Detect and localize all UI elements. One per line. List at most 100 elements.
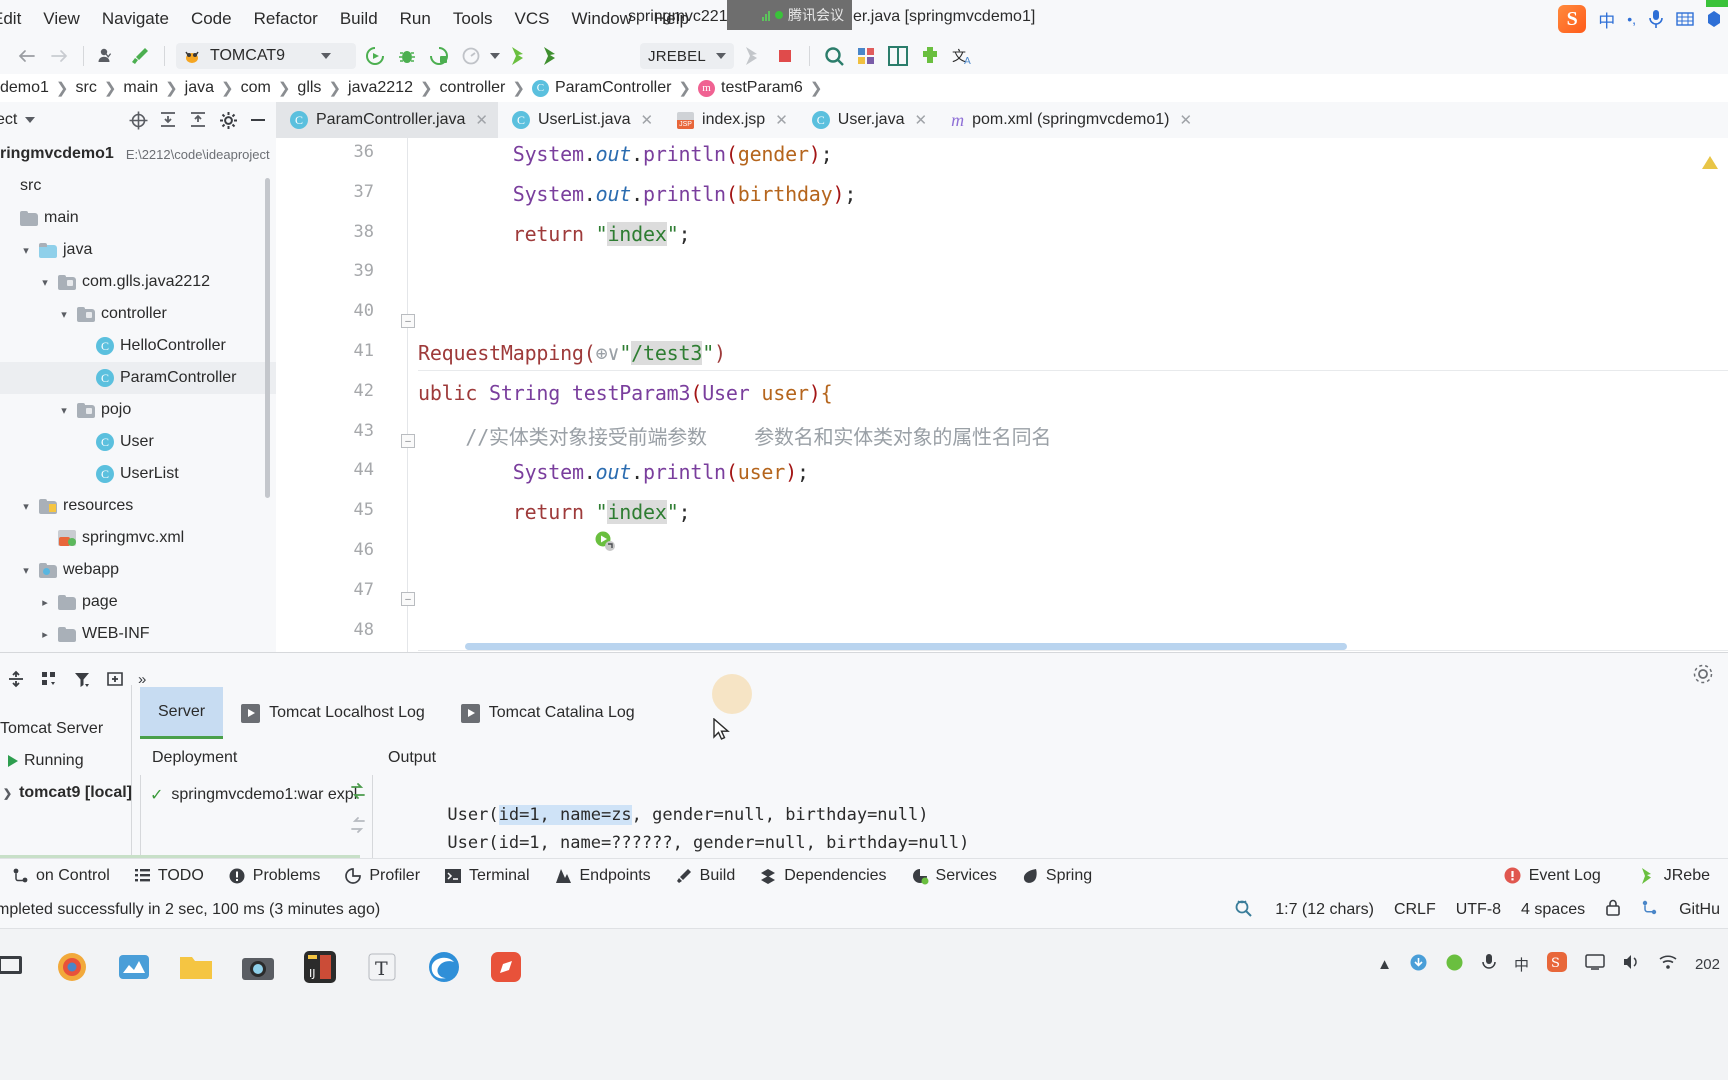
project-tree-scrollbar[interactable] xyxy=(265,178,270,498)
tree-root-row[interactable]: ringmvcdemo1 E:\2212\code\ideaproject xyxy=(0,138,276,170)
plugin-icon[interactable] xyxy=(917,43,943,69)
tool-jrebel[interactable]: JRebe xyxy=(1627,867,1722,885)
tray-sogou-icon[interactable]: S xyxy=(1546,951,1568,977)
tray-expand-icon[interactable]: ▲ xyxy=(1377,956,1392,973)
close-icon[interactable]: ✕ xyxy=(475,111,488,129)
tree-item-pojo[interactable]: ▾ pojo xyxy=(0,394,276,426)
code-fold-marker-2[interactable]: – xyxy=(401,592,415,606)
caret-position[interactable]: 1:7 (12 chars) xyxy=(1275,901,1374,919)
ime-punctuation-icon[interactable]: •, xyxy=(1627,11,1636,27)
close-icon[interactable]: ✕ xyxy=(914,111,927,129)
file-encoding[interactable]: UTF-8 xyxy=(1456,901,1501,919)
project-view-chevron-icon[interactable] xyxy=(25,117,36,123)
profile-run-button[interactable] xyxy=(458,43,484,69)
services-instance-row[interactable]: ❯ tomcat9 [local] xyxy=(0,777,132,809)
editor-tab-paramcontroller[interactable]: C ParamController.java ✕ xyxy=(276,102,498,138)
tree-item-webapp[interactable]: ▾ webapp xyxy=(0,554,276,586)
menu-item-vcs[interactable]: VCS xyxy=(504,6,561,32)
ime-chinese-mode-icon[interactable]: 中 xyxy=(1598,7,1615,32)
breadcrumb-item-7[interactable]: controller xyxy=(440,79,506,97)
editor-horizontal-scrollbar[interactable] xyxy=(465,643,1347,650)
add-service-icon[interactable] xyxy=(105,668,125,690)
services-root[interactable]: Tomcat Server xyxy=(0,713,132,745)
debug-button[interactable] xyxy=(394,43,420,69)
menu-item-view[interactable]: View xyxy=(32,6,91,32)
breadcrumb-item-4[interactable]: com xyxy=(241,79,271,97)
breadcrumb-item-method[interactable]: m testParam6 xyxy=(698,79,803,97)
code-line[interactable]: //实体类对象接受前端参数 参数名和实体类对象的属性名同名 xyxy=(418,421,1051,450)
code-editor[interactable]: 36 37 38 39 40 41 42 43 44 45 46 47 48 System.out.pr… xyxy=(276,138,1728,652)
tree-item-page[interactable]: ▸ page xyxy=(0,586,276,618)
services-settings-icon[interactable] xyxy=(1692,663,1714,685)
taskbar-clock[interactable]: 202 xyxy=(1695,956,1720,973)
breadcrumb-item-5[interactable]: glls xyxy=(297,79,321,97)
code-line[interactable]: System.out.println(gender); xyxy=(418,142,833,166)
tab-tomcat-catalina-log[interactable]: Tomcat Catalina Log xyxy=(443,687,653,739)
tray-cloud-icon[interactable] xyxy=(1445,953,1464,976)
code-line[interactable]: return "index"; xyxy=(418,221,691,246)
chevron-down-icon[interactable]: ▾ xyxy=(19,244,33,257)
taskbar-icon-chart-app[interactable] xyxy=(114,947,154,987)
back-button[interactable] xyxy=(14,43,40,69)
chevron-right-icon[interactable]: ▸ xyxy=(38,628,52,641)
menu-item-run[interactable]: Run xyxy=(389,6,442,32)
line-separator[interactable]: CRLF xyxy=(1394,901,1436,919)
undeploy-icon[interactable] xyxy=(348,815,368,835)
jrebel-disabled-icon[interactable] xyxy=(740,43,766,69)
editor-tab-pomxml[interactable]: m pom.xml (springmvcdemo1) ✕ xyxy=(937,102,1202,138)
taskbar-icon-idea[interactable]: IJ xyxy=(300,947,340,987)
tool-profiler[interactable]: Profiler xyxy=(332,867,432,885)
expand-all-icon[interactable] xyxy=(158,110,178,130)
run-method-gutter-icon[interactable] xyxy=(594,530,615,551)
code-line[interactable]: System.out.println(birthday); xyxy=(418,182,857,206)
menu-item-navigate[interactable]: Navigate xyxy=(91,6,180,32)
gear-icon[interactable] xyxy=(218,110,238,130)
tree-item-main[interactable]: main xyxy=(0,202,276,234)
indent-setting[interactable]: 4 spaces xyxy=(1521,901,1585,919)
tool-spring[interactable]: Spring xyxy=(1009,867,1104,885)
taskbar-icon-text-editor[interactable]: T xyxy=(362,947,402,987)
search-everywhere-icon[interactable] xyxy=(821,43,847,69)
breadcrumb-item-3[interactable]: java xyxy=(185,79,214,97)
tree-item-controller[interactable]: ▾ controller xyxy=(0,298,276,330)
breadcrumb-item-1[interactable]: src xyxy=(76,79,97,97)
chevron-down-icon[interactable]: ▾ xyxy=(19,564,33,577)
stop-button[interactable] xyxy=(772,43,798,69)
keyboard-icon[interactable] xyxy=(1676,10,1694,28)
hide-panel-icon[interactable] xyxy=(248,110,268,130)
jrebel-selector[interactable]: JREBEL xyxy=(640,43,734,69)
run-configuration-selector[interactable]: TOMCAT9 xyxy=(176,43,356,69)
chevron-down-icon[interactable]: ▾ xyxy=(19,500,33,513)
tree-item-paramcontroller[interactable]: C ParamController xyxy=(0,362,276,394)
profile-run-chevron-icon[interactable] xyxy=(490,53,500,59)
tab-server[interactable]: Server xyxy=(140,687,224,739)
menu-item-refactor[interactable]: Refactor xyxy=(243,6,329,32)
profile-selector-icon[interactable] xyxy=(95,43,121,69)
tree-item-user[interactable]: C User xyxy=(0,426,276,458)
taskbar-icon-edge[interactable] xyxy=(424,947,464,987)
redeploy-icon[interactable] xyxy=(348,781,368,801)
vcs-branch-label[interactable]: GitHu xyxy=(1679,901,1720,919)
tool-problems[interactable]: Problems xyxy=(216,867,333,885)
tencent-meeting-overlay[interactable]: 腾讯会议 xyxy=(727,0,852,30)
menu-item-build[interactable]: Build xyxy=(329,6,389,32)
run-button[interactable] xyxy=(362,43,388,69)
code-fold-marker-1[interactable]: – xyxy=(401,314,415,328)
tree-item-java[interactable]: ▾ java xyxy=(0,234,276,266)
taskbar-icon-pen[interactable] xyxy=(486,947,526,987)
tray-download-icon[interactable] xyxy=(1409,953,1428,976)
code-line[interactable]: return "index"; xyxy=(418,500,691,525)
code-fold-marker-3[interactable]: – xyxy=(401,434,415,448)
tree-item-springmvc-xml[interactable]: springmvc.xml xyxy=(0,522,276,554)
chevron-down-icon[interactable]: ▾ xyxy=(38,276,52,289)
menu-item-code[interactable]: Code xyxy=(180,6,243,32)
tree-item-userlist[interactable]: C UserList xyxy=(0,458,276,490)
collapse-icon[interactable] xyxy=(6,668,26,690)
build-hammer-icon[interactable] xyxy=(127,43,153,69)
group-icon[interactable] xyxy=(39,668,59,690)
sogou-logo-icon[interactable]: S xyxy=(1558,5,1587,33)
breadcrumb-item-6[interactable]: java2212 xyxy=(348,79,413,97)
tab-tomcat-localhost-log[interactable]: Tomcat Localhost Log xyxy=(223,687,443,739)
tray-wifi-icon[interactable] xyxy=(1658,953,1678,975)
forward-button[interactable] xyxy=(46,43,72,69)
